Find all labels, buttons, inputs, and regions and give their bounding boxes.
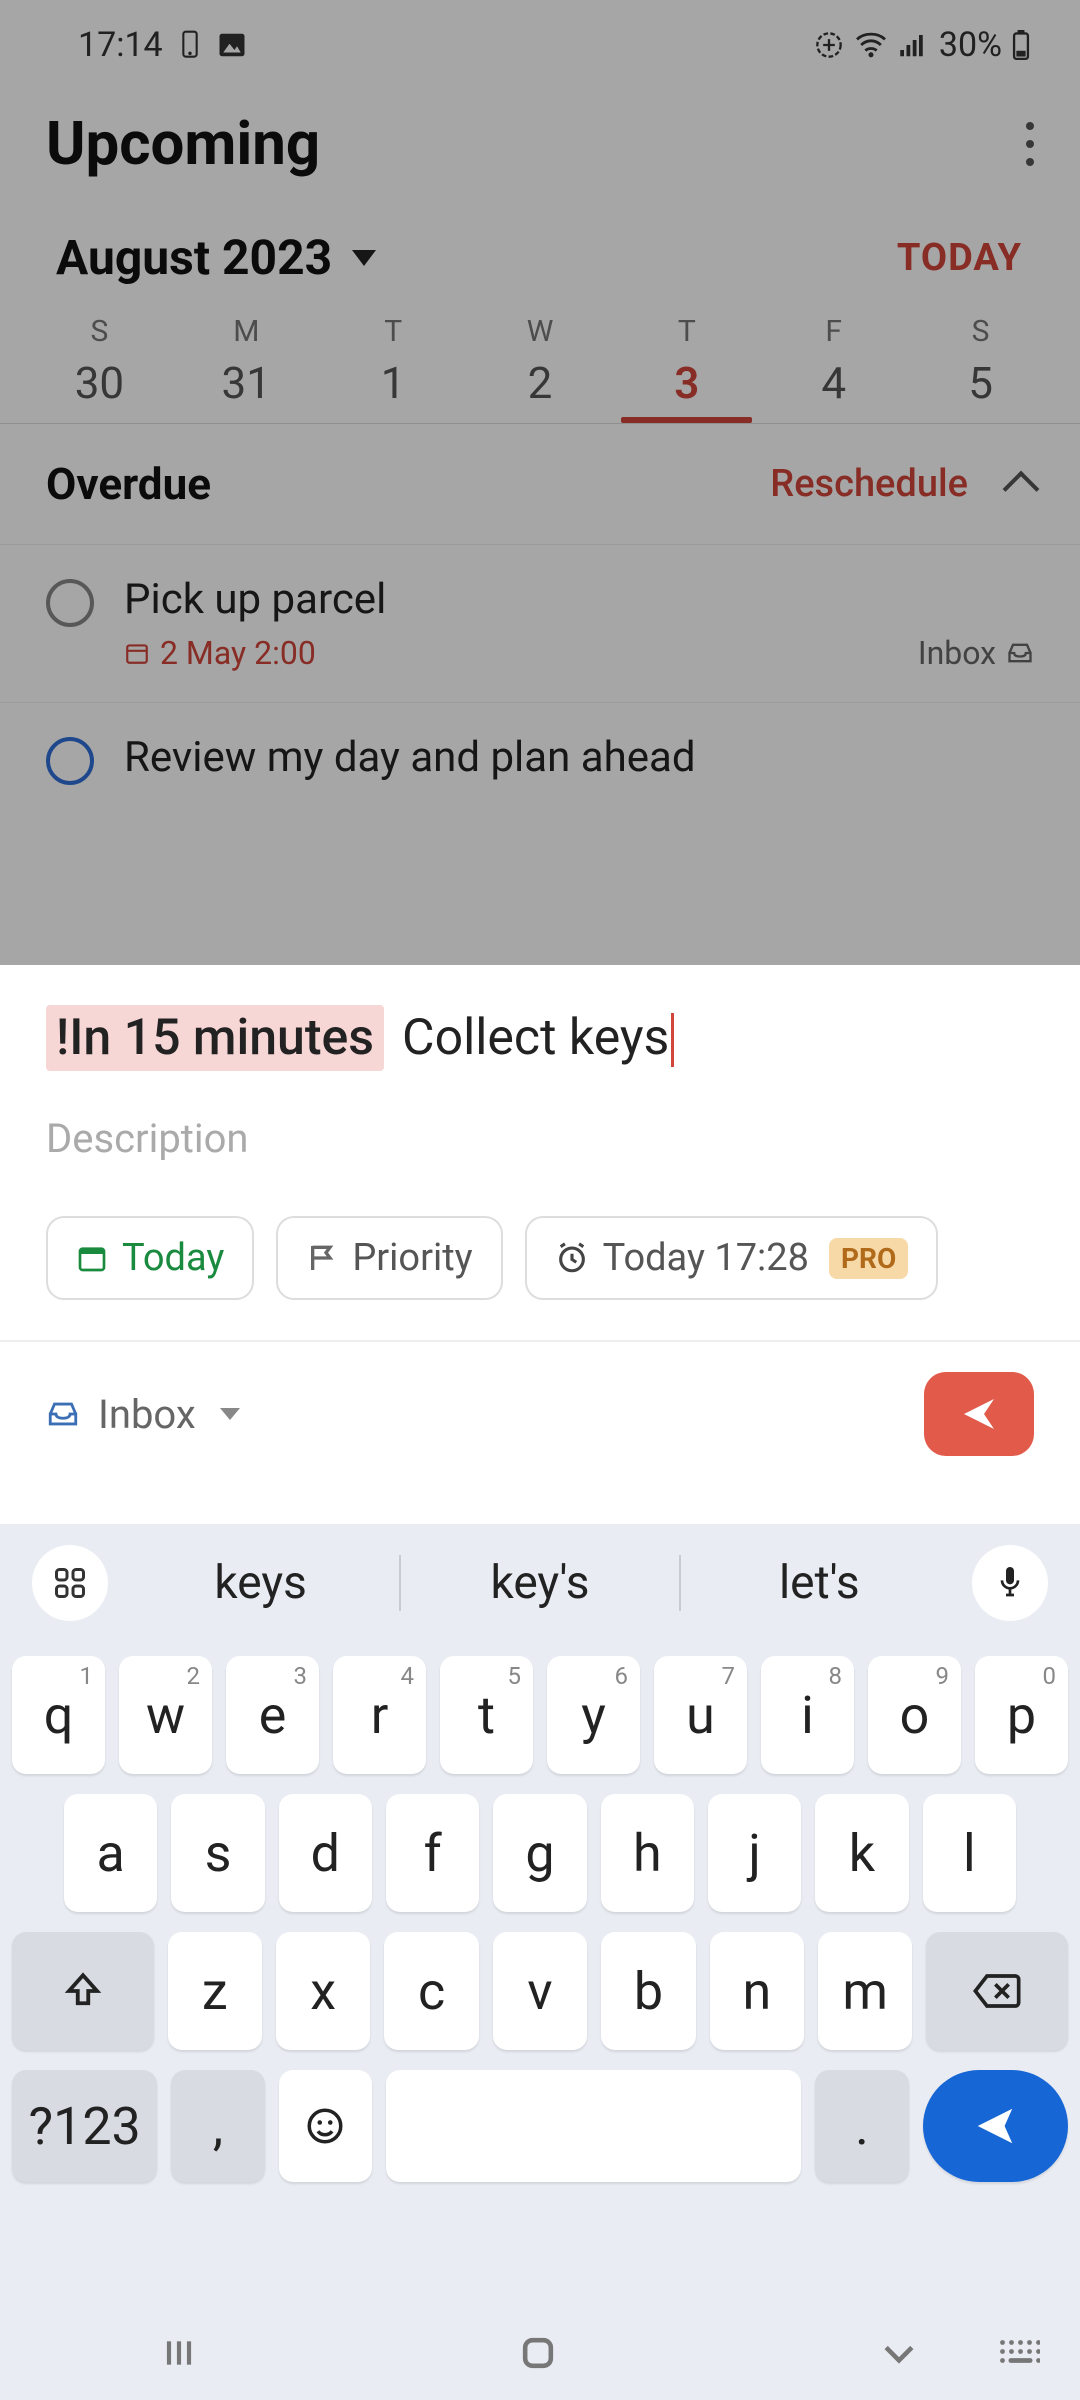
key-b[interactable]: b — [601, 1932, 695, 2050]
pro-badge: PRO — [829, 1238, 908, 1279]
send-icon — [972, 2103, 1018, 2149]
key-i[interactable]: i8 — [761, 1656, 854, 1774]
keyboard-switch-button[interactable] — [998, 2338, 1040, 2372]
suggestion[interactable]: let's — [681, 1556, 958, 1610]
project-selector-row: Inbox — [0, 1342, 1080, 1486]
key-a[interactable]: a — [64, 1794, 157, 1912]
key-e[interactable]: e3 — [226, 1656, 319, 1774]
clipboard-button[interactable] — [32, 1545, 108, 1621]
key-t[interactable]: t5 — [440, 1656, 533, 1774]
key-j[interactable]: j — [708, 1794, 801, 1912]
description-input[interactable]: Description — [46, 1115, 1034, 1162]
recents-button[interactable] — [159, 2333, 199, 2377]
key-c[interactable]: c — [384, 1932, 478, 2050]
period-key[interactable]: . — [815, 2070, 908, 2182]
key-o[interactable]: o9 — [868, 1656, 961, 1774]
key-m[interactable]: m — [818, 1932, 912, 2050]
key-h[interactable]: h — [601, 1794, 694, 1912]
shift-icon — [62, 1970, 104, 2012]
alarm-icon — [555, 1241, 589, 1275]
key-v[interactable]: v — [493, 1932, 587, 2050]
key-x[interactable]: x — [276, 1932, 370, 2050]
key-y[interactable]: y6 — [547, 1656, 640, 1774]
text-cursor — [671, 1013, 674, 1067]
emoji-icon — [304, 2105, 346, 2147]
suggestion[interactable]: keys — [122, 1556, 399, 1610]
key-g[interactable]: g — [493, 1794, 586, 1912]
back-button[interactable] — [877, 2331, 921, 2379]
shift-key[interactable] — [12, 1932, 154, 2050]
key-p[interactable]: p0 — [975, 1656, 1068, 1774]
soft-keyboard: keys key's let's q1w2e3r4t5y6u7i8o9p0 as… — [0, 1524, 1080, 2400]
calendar-icon — [76, 1242, 108, 1274]
home-button[interactable] — [516, 2331, 560, 2379]
project-selector[interactable]: Inbox — [46, 1391, 240, 1438]
chevron-down-icon — [220, 1408, 240, 1420]
key-n[interactable]: n — [710, 1932, 804, 2050]
send-icon — [959, 1394, 999, 1434]
priority-chip[interactable]: Priority — [276, 1216, 502, 1300]
symbols-key[interactable]: ?123 — [12, 2070, 157, 2182]
key-u[interactable]: u7 — [654, 1656, 747, 1774]
key-f[interactable]: f — [386, 1794, 479, 1912]
key-q[interactable]: q1 — [12, 1656, 105, 1774]
key-z[interactable]: z — [168, 1932, 262, 2050]
emoji-key[interactable] — [279, 2070, 372, 2182]
voice-input-button[interactable] — [972, 1545, 1048, 1621]
space-key[interactable] — [386, 2070, 801, 2182]
key-w[interactable]: w2 — [119, 1656, 212, 1774]
due-date-chip[interactable]: Today — [46, 1216, 254, 1300]
comma-key[interactable]: , — [171, 2070, 264, 2182]
key-k[interactable]: k — [815, 1794, 908, 1912]
backspace-key[interactable] — [926, 1932, 1068, 2050]
inbox-icon — [46, 1397, 80, 1431]
flag-icon — [306, 1242, 338, 1274]
backspace-icon — [972, 1972, 1022, 2010]
key-d[interactable]: d — [279, 1794, 372, 1912]
enter-key[interactable] — [923, 2070, 1068, 2182]
submit-task-button[interactable] — [924, 1372, 1034, 1456]
attribute-chip-row: Today Priority Today 17:28 PRO — [0, 1182, 1080, 1340]
suggestion[interactable]: key's — [401, 1556, 678, 1610]
reminder-chip[interactable]: Today 17:28 PRO — [525, 1216, 939, 1300]
key-s[interactable]: s — [171, 1794, 264, 1912]
parsed-time-chip[interactable]: !In 15 minutes — [46, 1005, 384, 1071]
task-name-input[interactable]: !In 15 minutes Collect keys — [46, 1005, 1034, 1071]
system-nav-bar — [0, 2310, 1080, 2400]
mic-icon — [994, 1564, 1026, 1602]
grid-icon — [52, 1565, 88, 1601]
modal-backdrop[interactable] — [0, 0, 1080, 965]
key-l[interactable]: l — [923, 1794, 1016, 1912]
task-text: Collect keys — [402, 1009, 674, 1068]
suggestion-bar: keys key's let's — [0, 1524, 1080, 1642]
key-r[interactable]: r4 — [333, 1656, 426, 1774]
